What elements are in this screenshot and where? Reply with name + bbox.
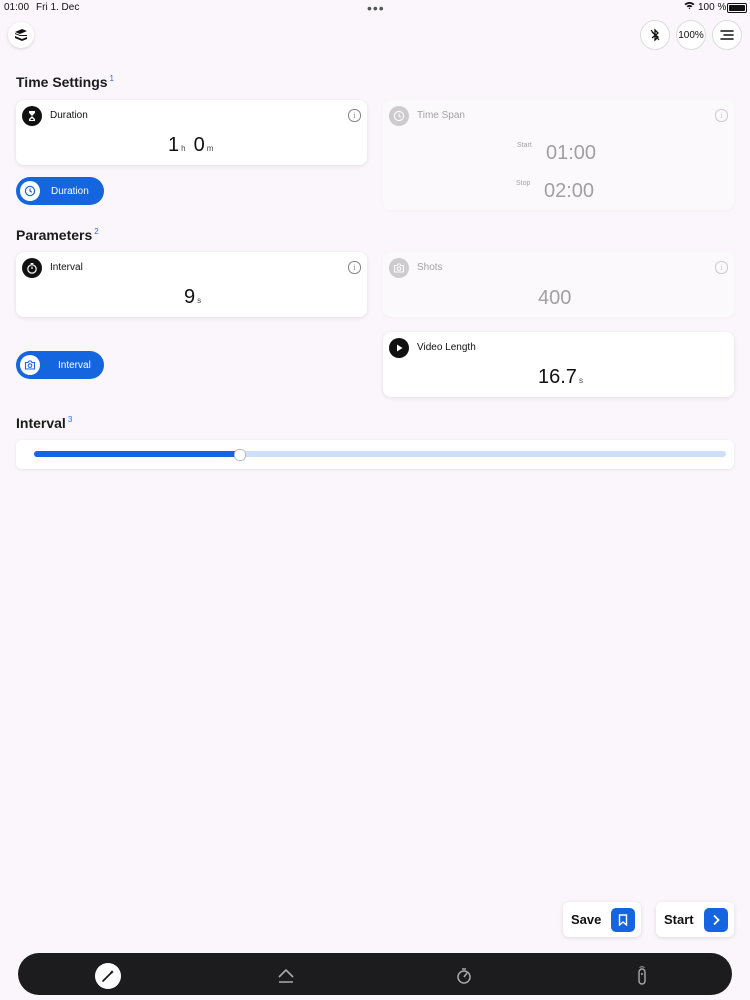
menu-button[interactable] (712, 20, 742, 50)
play-icon (389, 338, 409, 358)
video-length-value: 16.7 s (538, 366, 583, 388)
battery-icon (727, 3, 747, 13)
camera-icon (20, 355, 40, 375)
wifi-icon (684, 1, 695, 13)
bottom-tab-bar (18, 953, 732, 995)
battery-level-button[interactable]: 100% (676, 20, 706, 50)
multitask-dots[interactable]: ••• (367, 0, 385, 16)
time-span-card[interactable]: Time Span i Start 01:00 Stop 02:00 (383, 100, 734, 210)
shots-card[interactable]: Shots i 400 (383, 252, 734, 317)
start-label: Start (664, 912, 694, 927)
duration-card[interactable]: Duration i 1h0m (16, 100, 367, 165)
tab-remote[interactable] (629, 963, 655, 989)
video-length-label: Video Length (417, 342, 476, 353)
interval-slider-track[interactable] (34, 449, 726, 461)
duration-mode-label: Duration (51, 185, 89, 197)
remote-icon (638, 966, 646, 985)
duration-value[interactable]: 1h0m (168, 134, 213, 157)
menu-icon (720, 30, 734, 40)
start-time-value[interactable]: 01:00 (546, 142, 596, 165)
parameters-title: Parameters 2 (16, 227, 99, 243)
duration-mode-toggle[interactable]: Duration (16, 177, 104, 205)
interval-card[interactable]: Interval i 9s (16, 252, 367, 317)
video-length-card: Video Length 16.7 s (383, 332, 734, 397)
interval-slider-fill (34, 451, 239, 457)
home-icon (278, 969, 294, 983)
start-label: Start (517, 142, 532, 149)
start-button[interactable]: Start (656, 902, 734, 937)
chevron-right-icon (704, 907, 728, 932)
stopwatch-icon (22, 258, 42, 278)
camera-icon (389, 258, 409, 278)
tab-wand[interactable] (95, 963, 121, 989)
bookmark-icon (611, 907, 635, 932)
info-icon[interactable]: i (715, 109, 728, 122)
duration-label: Duration (50, 110, 88, 121)
timer-icon (457, 968, 471, 984)
interval-section-title: Interval 3 (16, 415, 73, 431)
interval-value[interactable]: 9s (184, 286, 201, 309)
time-settings-title: Time Settings 1 (16, 74, 114, 90)
status-time: 01:00 (4, 2, 30, 13)
save-label: Save (571, 912, 602, 927)
info-icon[interactable]: i (348, 109, 361, 122)
time-span-label: Time Span (417, 110, 465, 121)
bluetooth-icon (650, 28, 660, 42)
shots-value: 400 (538, 287, 572, 309)
stop-label: Stop (516, 180, 531, 187)
tab-home[interactable] (273, 963, 299, 989)
info-icon[interactable]: i (348, 261, 361, 274)
interval-slider-thumb[interactable] (234, 449, 246, 461)
tab-timer[interactable] (451, 963, 477, 989)
save-button[interactable]: Save (563, 902, 641, 937)
interval-label: Interval (50, 262, 83, 273)
status-date: Fri 1. Dec (36, 2, 80, 13)
stop-time-value[interactable]: 02:00 (544, 180, 594, 203)
info-icon[interactable]: i (715, 261, 728, 274)
interval-slider-card (16, 440, 734, 469)
bluetooth-button[interactable] (640, 20, 670, 50)
app-logo-icon[interactable] (8, 22, 34, 48)
interval-mode-toggle[interactable]: Interval (16, 351, 104, 379)
hourglass-icon (22, 106, 42, 126)
wand-icon (102, 970, 114, 982)
status-battery-text: 100 % (698, 2, 727, 13)
shots-label: Shots (417, 262, 443, 273)
clock-icon (20, 181, 40, 201)
clock-icon (389, 106, 409, 126)
interval-mode-label: Interval (58, 359, 91, 371)
